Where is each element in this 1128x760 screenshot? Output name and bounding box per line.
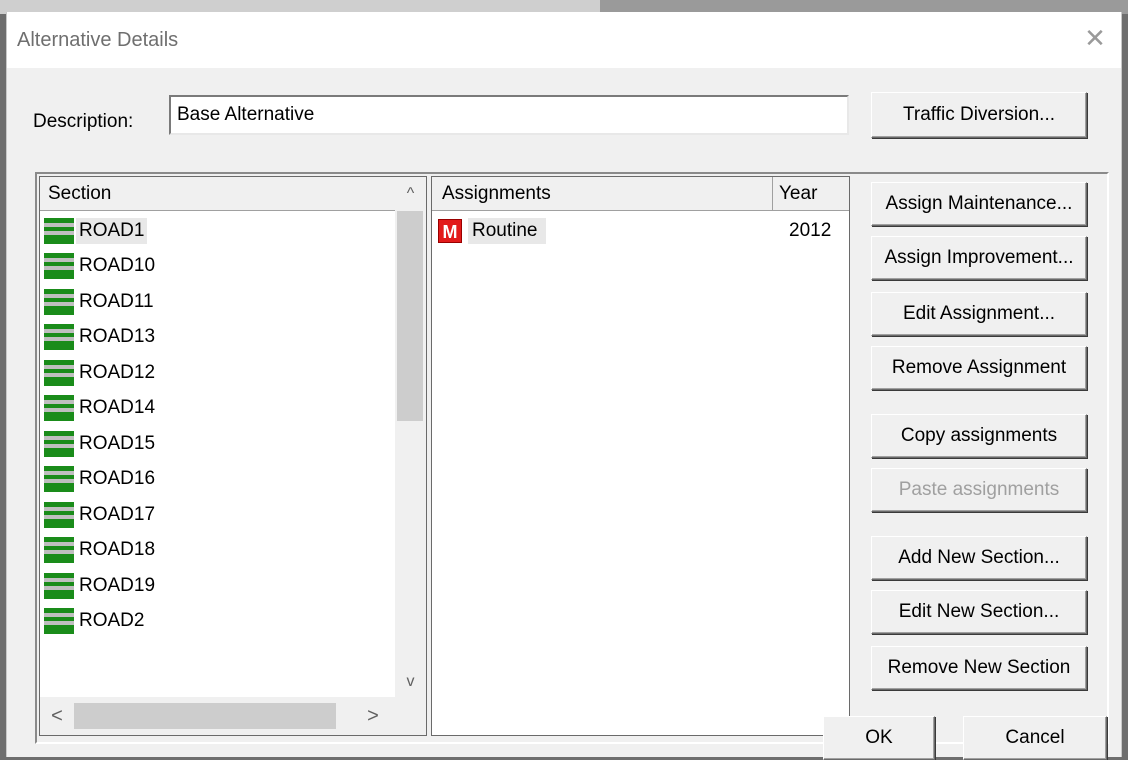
- section-row[interactable]: ROAD16: [44, 462, 158, 498]
- section-vertical-scrollbar[interactable]: ^ v: [395, 177, 426, 697]
- section-label: ROAD14: [79, 397, 156, 419]
- section-label: ROAD11: [79, 290, 154, 312]
- section-row[interactable]: ROAD13: [44, 320, 158, 356]
- road-section-icon: [44, 253, 74, 280]
- cancel-button[interactable]: Cancel: [963, 716, 1107, 760]
- road-section-icon: [44, 217, 74, 244]
- section-label: ROAD12: [79, 361, 156, 383]
- remove-new-section-button[interactable]: Remove New Section: [871, 646, 1087, 690]
- road-section-icon: [44, 324, 74, 351]
- section-label: ROAD17: [79, 503, 156, 525]
- description-label: Description:: [33, 111, 134, 132]
- traffic-diversion-button[interactable]: Traffic Diversion...: [871, 92, 1087, 138]
- section-label: ROAD15: [79, 432, 156, 454]
- section-row[interactable]: ROAD14: [44, 391, 158, 427]
- section-label: ROAD1: [76, 217, 148, 244]
- section-row[interactable]: ROAD19: [44, 568, 158, 604]
- edit-new-section-button[interactable]: Edit New Section...: [871, 590, 1087, 634]
- edit-assignment-button[interactable]: Edit Assignment...: [871, 292, 1087, 336]
- scroll-down-icon[interactable]: v: [395, 667, 426, 697]
- road-section-icon: [44, 359, 74, 386]
- section-rows: ROAD1 ROAD10 ROAD11 ROAD13 ROAD12 ROAD14…: [44, 213, 158, 639]
- vertical-scroll-thumb[interactable]: [397, 211, 423, 421]
- assignment-year: 2012: [789, 220, 832, 241]
- remove-assignment-button[interactable]: Remove Assignment: [871, 346, 1087, 390]
- horizontal-scroll-thumb[interactable]: [74, 703, 336, 729]
- road-section-icon: [44, 288, 74, 315]
- section-label: ROAD2: [79, 610, 145, 632]
- assignment-name: Routine: [468, 218, 546, 244]
- section-label: ROAD13: [79, 326, 156, 348]
- scroll-right-icon[interactable]: >: [358, 697, 388, 735]
- section-row[interactable]: ROAD2: [44, 604, 158, 640]
- section-row[interactable]: ROAD12: [44, 355, 158, 391]
- section-row[interactable]: ROAD17: [44, 497, 158, 533]
- column-divider[interactable]: [772, 177, 773, 211]
- year-column-header[interactable]: Year: [779, 183, 817, 205]
- scroll-left-icon[interactable]: <: [42, 697, 72, 735]
- section-row[interactable]: ROAD1: [44, 213, 158, 249]
- alternative-details-dialog: Alternative Details ✕ Description: Traff…: [6, 12, 1122, 760]
- title-bar: Alternative Details ✕: [7, 12, 1121, 68]
- assignments-list[interactable]: Assignments Year M Routine 2012: [431, 176, 850, 736]
- assignments-header: Assignments Year: [432, 177, 849, 211]
- assignment-row[interactable]: M Routine 2012: [438, 215, 843, 247]
- section-label: ROAD19: [79, 574, 156, 596]
- road-section-icon: [44, 608, 74, 635]
- section-row[interactable]: ROAD18: [44, 533, 158, 569]
- road-section-icon: [44, 572, 74, 599]
- section-row[interactable]: ROAD10: [44, 249, 158, 285]
- assignments-column-header[interactable]: Assignments: [442, 183, 551, 205]
- description-input[interactable]: [169, 95, 849, 135]
- section-row[interactable]: ROAD11: [44, 284, 158, 320]
- section-label: ROAD18: [79, 539, 156, 561]
- section-column-header[interactable]: Section: [40, 177, 395, 211]
- dialog-client-area: Description: Traffic Diversion... Sectio…: [7, 68, 1121, 760]
- scroll-up-icon[interactable]: ^: [395, 179, 426, 209]
- dialog-title: Alternative Details: [17, 29, 179, 51]
- maintenance-icon: M: [438, 219, 462, 243]
- section-header-label: Section: [48, 183, 112, 204]
- section-label: ROAD16: [79, 468, 156, 490]
- section-label: ROAD10: [79, 255, 156, 277]
- road-section-icon: [44, 395, 74, 422]
- copy-assignments-button[interactable]: Copy assignments: [871, 414, 1087, 458]
- section-list[interactable]: Section ROAD1 ROAD10 ROAD11 ROAD13 ROAD1…: [39, 176, 427, 736]
- add-new-section-button[interactable]: Add New Section...: [871, 536, 1087, 580]
- road-section-icon: [44, 430, 74, 457]
- close-icon[interactable]: ✕: [1081, 24, 1109, 52]
- road-section-icon: [44, 501, 74, 528]
- road-section-icon: [44, 537, 74, 564]
- ok-button[interactable]: OK: [823, 716, 935, 760]
- section-row[interactable]: ROAD15: [44, 426, 158, 462]
- assign-maintenance-button[interactable]: Assign Maintenance...: [871, 182, 1087, 226]
- road-section-icon: [44, 466, 74, 493]
- paste-assignments-button[interactable]: Paste assignments: [871, 468, 1087, 512]
- section-horizontal-scrollbar[interactable]: < >: [40, 697, 426, 735]
- assign-improvement-button[interactable]: Assign Improvement...: [871, 236, 1087, 280]
